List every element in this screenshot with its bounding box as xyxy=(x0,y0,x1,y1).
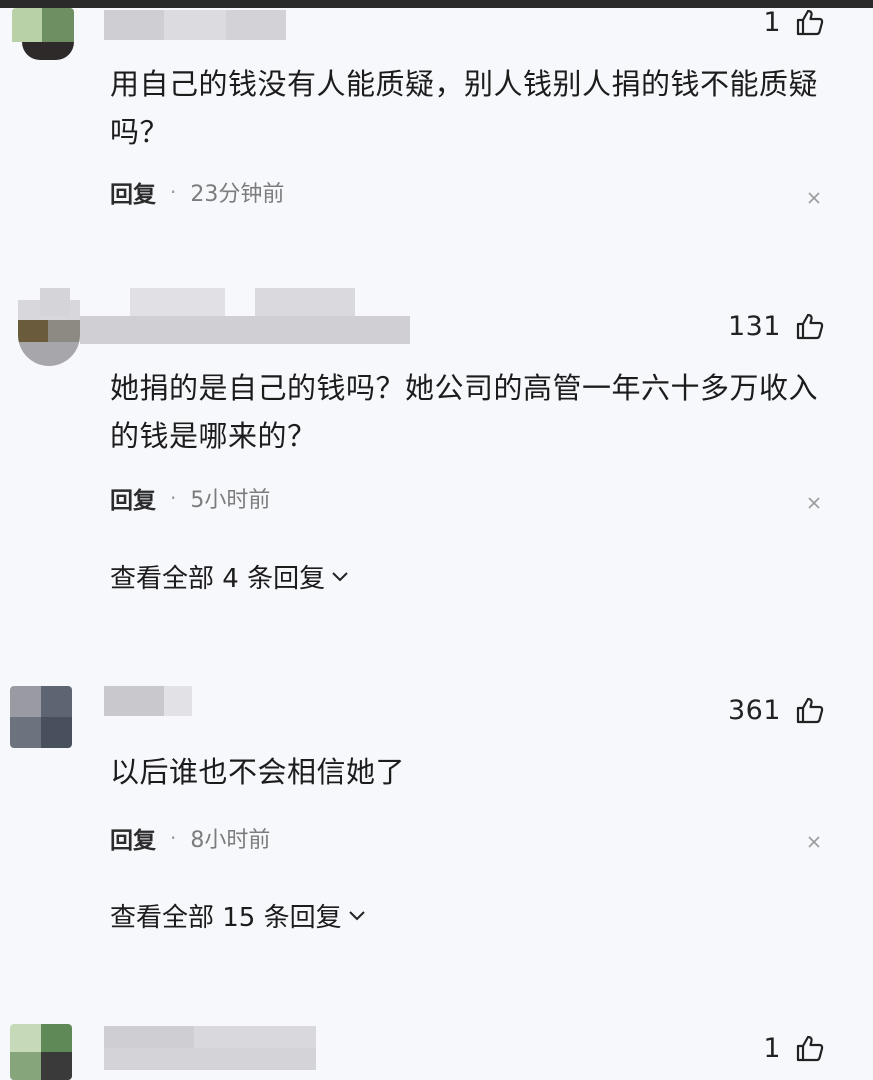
like-button[interactable]: 131 xyxy=(728,306,825,346)
close-icon[interactable] xyxy=(807,191,821,205)
avatar[interactable] xyxy=(10,1024,72,1080)
view-all-replies-link[interactable]: 查看全部 4 条回复 xyxy=(110,558,349,595)
separator-dot: · xyxy=(170,180,177,204)
thumbs-up-icon xyxy=(796,1035,824,1062)
view-all-replies-link[interactable]: 查看全部 15 条回复 xyxy=(110,897,366,934)
thumbs-up-icon xyxy=(796,9,824,36)
like-count: 1 xyxy=(763,6,781,38)
top-edge-bar xyxy=(0,0,873,8)
like-count: 131 xyxy=(727,310,781,342)
comment-text: 她捐的是自己的钱吗？她公司的高管一年六十多万收入的钱是哪来的？ xyxy=(110,371,819,453)
like-button[interactable]: 1 xyxy=(763,1028,825,1068)
timestamp: 23分钟前 xyxy=(190,182,285,207)
chevron-down-icon xyxy=(348,910,365,920)
like-count: 1 xyxy=(763,1032,781,1064)
comment-text: 以后谁也不会相信她了 xyxy=(110,755,406,789)
avatar[interactable] xyxy=(10,686,72,748)
close-icon[interactable] xyxy=(807,496,821,510)
thumbs-up-icon xyxy=(796,697,824,724)
thumbs-up-icon xyxy=(796,313,824,340)
avatar[interactable] xyxy=(12,8,74,60)
username-redacted xyxy=(104,10,286,40)
comment-text: 用自己的钱没有人能质疑，别人钱别人捐的钱不能质疑吗？ xyxy=(110,67,819,149)
username-redacted xyxy=(104,686,192,716)
view-replies-label: 查看全部 4 条回复 xyxy=(110,564,326,594)
chevron-down-icon xyxy=(332,571,348,581)
username-redacted xyxy=(104,1026,316,1070)
timestamp: 8小时前 xyxy=(190,828,271,853)
comment-meta: 回复 · 8小时前 xyxy=(110,821,270,855)
timestamp: 5小时前 xyxy=(190,488,271,513)
view-replies-label: 查看全部 15 条回复 xyxy=(110,903,342,933)
close-icon[interactable] xyxy=(807,835,821,849)
like-button[interactable]: 1 xyxy=(763,2,825,42)
reply-button[interactable]: 回复 xyxy=(110,821,156,855)
reply-button[interactable]: 回复 xyxy=(110,175,156,209)
comment-meta: 回复 · 5小时前 xyxy=(110,481,270,515)
comment-meta: 回复 · 23分钟前 xyxy=(110,175,284,209)
like-count: 361 xyxy=(727,694,781,726)
reply-button[interactable]: 回复 xyxy=(110,481,156,515)
like-button[interactable]: 361 xyxy=(728,690,825,730)
separator-dot: · xyxy=(170,826,177,850)
username-redacted xyxy=(40,288,410,344)
separator-dot: · xyxy=(170,486,177,510)
